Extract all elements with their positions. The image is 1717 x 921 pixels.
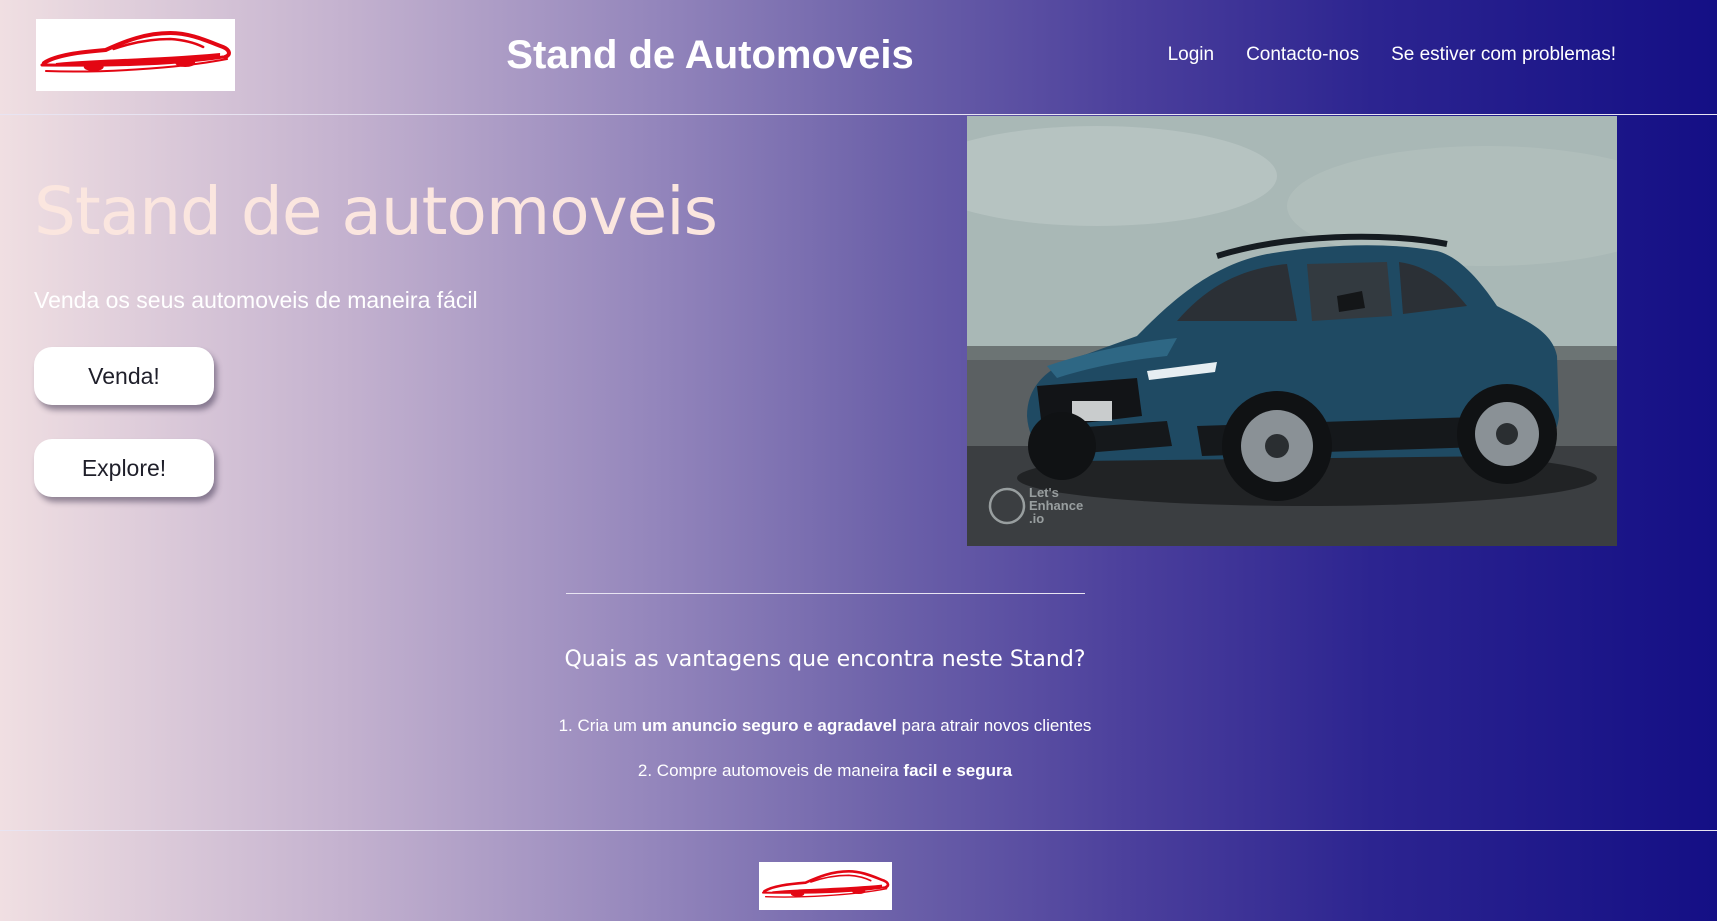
list-item: 2. Compre automoveis de maneira facil e …: [637, 761, 1013, 780]
nav-contact-link[interactable]: Contacto-nos: [1246, 42, 1359, 68]
footer-car-logo-icon[interactable]: [759, 862, 892, 910]
explore-button[interactable]: Explore!: [34, 439, 214, 497]
sell-button[interactable]: Venda!: [34, 347, 214, 405]
car-logo-icon[interactable]: [36, 19, 235, 91]
site-header: Stand de Automoveis Login Contacto-nos S…: [0, 0, 1717, 115]
site-title: Stand de Automoveis: [506, 33, 914, 77]
page-background: Stand de Automoveis Login Contacto-nos S…: [0, 0, 1717, 921]
advantages-title: Quais as vantagens que encontra neste St…: [564, 647, 1086, 672]
advantages-list: 1. Cria um um anuncio seguro e agradavel…: [460, 714, 1190, 804]
nav-help-link[interactable]: Se estiver com problemas!: [1391, 42, 1616, 68]
nav-login-link[interactable]: Login: [1168, 42, 1215, 68]
suv-car-photo: Let's Enhance .io: [967, 116, 1617, 546]
hero-title: Stand de automoveis: [34, 173, 718, 250]
watermark-text: Let's Enhance .io: [1029, 485, 1084, 526]
main-nav: Login Contacto-nos Se estiver com proble…: [1168, 42, 1616, 68]
section-divider: [566, 593, 1085, 594]
hero-subtitle: Venda os seus automoveis de maneira fáci…: [34, 287, 478, 313]
footer-divider: [0, 830, 1717, 831]
list-item: 1. Cria um um anuncio seguro e agradavel…: [558, 716, 1092, 735]
